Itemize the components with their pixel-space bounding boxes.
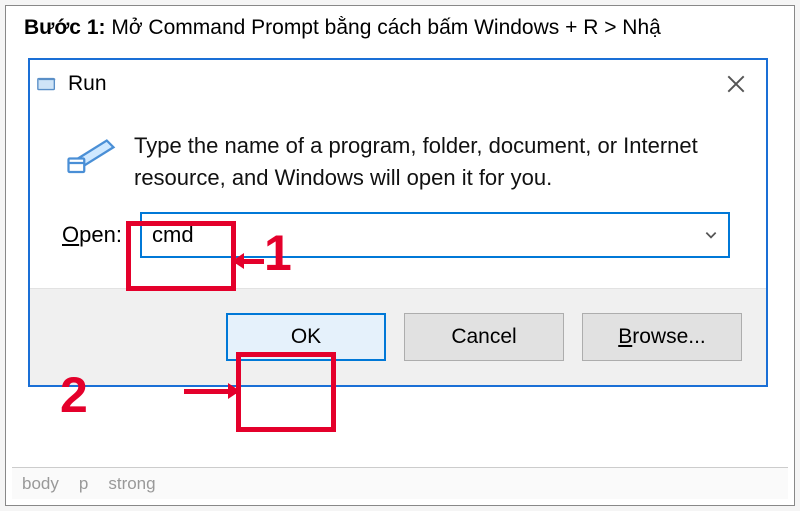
editor-breadcrumb: body p strong	[12, 467, 788, 499]
instruction-text: Bước 1: Mở Command Prompt bằng cách bấm …	[6, 16, 794, 46]
titlebar: Run	[30, 60, 766, 108]
open-row: Open:	[30, 208, 766, 288]
chevron-down-icon[interactable]	[702, 226, 720, 244]
arrow-2	[184, 389, 238, 394]
run-dialog: Run Type the name of a program, folder, …	[28, 58, 768, 387]
breadcrumb-body: body	[22, 474, 59, 494]
breadcrumb-p: p	[79, 474, 88, 494]
open-combobox[interactable]	[140, 212, 730, 258]
run-icon	[36, 73, 58, 95]
open-input[interactable]	[140, 212, 730, 258]
open-label: Open:	[62, 222, 140, 248]
document-frame: Bước 1: Mở Command Prompt bằng cách bấm …	[5, 5, 795, 506]
instruction-body: Mở Command Prompt bằng cách bấm Windows …	[106, 16, 661, 39]
run-description: Type the name of a program, folder, docu…	[120, 130, 730, 194]
close-button[interactable]	[714, 66, 758, 102]
run-large-icon	[62, 130, 120, 178]
ok-button[interactable]: OK	[226, 313, 386, 361]
titlebar-text: Run	[68, 72, 107, 96]
browse-button[interactable]: Browse...	[582, 313, 742, 361]
button-row: OK Cancel Browse...	[30, 288, 766, 385]
cancel-button[interactable]: Cancel	[404, 313, 564, 361]
content-area: Type the name of a program, folder, docu…	[30, 108, 766, 208]
step-label: Bước 1:	[24, 16, 106, 39]
breadcrumb-strong: strong	[108, 474, 155, 494]
